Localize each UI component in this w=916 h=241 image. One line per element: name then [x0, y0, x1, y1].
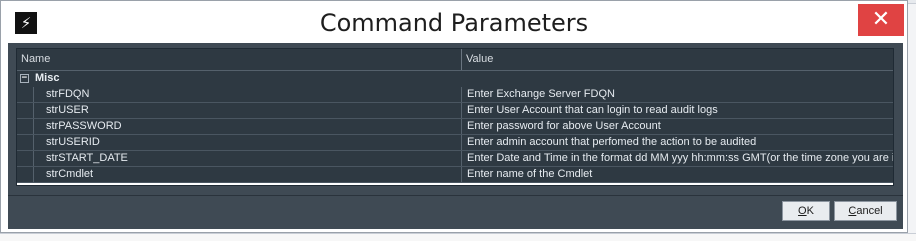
property-name[interactable]: strUSER	[33, 103, 462, 118]
property-name[interactable]: strUSERID	[33, 135, 462, 150]
background-window-strip-bottom	[0, 233, 916, 241]
grid-header: Name Value	[17, 49, 893, 71]
category-row-misc[interactable]: − Misc	[17, 71, 893, 87]
property-name[interactable]: strCmdlet	[33, 167, 462, 182]
dialog-title: Command Parameters	[319, 9, 589, 37]
collapse-icon[interactable]: −	[20, 74, 29, 83]
property-value[interactable]: Enter Exchange Server FDQN	[462, 87, 893, 102]
row-gutter	[17, 167, 33, 182]
property-row[interactable]: strFDQN Enter Exchange Server FDQN	[17, 87, 893, 103]
property-name[interactable]: strSTART_DATE	[33, 151, 462, 166]
property-value[interactable]: Enter name of the Cmdlet	[462, 167, 893, 182]
dialog-content: Name Value − Misc strFDQN Enter Exchange…	[8, 43, 903, 229]
property-row[interactable]: strUSERID Enter admin account that perfo…	[17, 135, 893, 151]
column-header-name[interactable]: Name	[17, 49, 462, 70]
ok-label: K	[806, 205, 814, 217]
row-gutter	[17, 151, 33, 166]
command-parameters-dialog: ⚡ Command Parameters ✕ Name Value − Misc…	[0, 0, 908, 233]
ok-mnemonic: O	[798, 205, 807, 217]
close-icon: ✕	[871, 7, 891, 32]
row-gutter	[17, 103, 33, 118]
property-value[interactable]: Enter password for above User Account	[462, 119, 893, 134]
property-name[interactable]: strPASSWORD	[33, 119, 462, 134]
close-button[interactable]: ✕	[858, 4, 904, 36]
ok-button[interactable]: OK	[782, 201, 830, 221]
property-value[interactable]: Enter admin account that perfomed the ac…	[462, 135, 893, 150]
property-row[interactable]: strSTART_DATE Enter Date and Time in the…	[17, 151, 893, 167]
property-rows: strFDQN Enter Exchange Server FDQN strUS…	[17, 87, 893, 183]
cancel-label: ancel	[856, 205, 883, 217]
property-row[interactable]: strUSER Enter User Account that can logi…	[17, 103, 893, 119]
property-grid: Name Value − Misc strFDQN Enter Exchange…	[16, 48, 894, 186]
row-gutter	[17, 87, 33, 102]
title-bar: ⚡ Command Parameters ✕	[1, 1, 907, 43]
category-label: Misc	[35, 72, 60, 84]
property-value[interactable]: Enter User Account that can login to rea…	[462, 103, 893, 118]
row-gutter	[17, 135, 33, 150]
column-header-value[interactable]: Value	[462, 49, 893, 70]
property-row[interactable]: strPASSWORD Enter password for above Use…	[17, 119, 893, 135]
cancel-button[interactable]: Cancel	[834, 201, 897, 221]
property-value[interactable]: Enter Date and Time in the format dd MM …	[462, 151, 893, 166]
property-row[interactable]: strCmdlet Enter name of the Cmdlet	[17, 167, 893, 183]
row-gutter	[17, 119, 33, 134]
property-name[interactable]: strFDQN	[33, 87, 462, 102]
footer-divider	[8, 195, 903, 196]
